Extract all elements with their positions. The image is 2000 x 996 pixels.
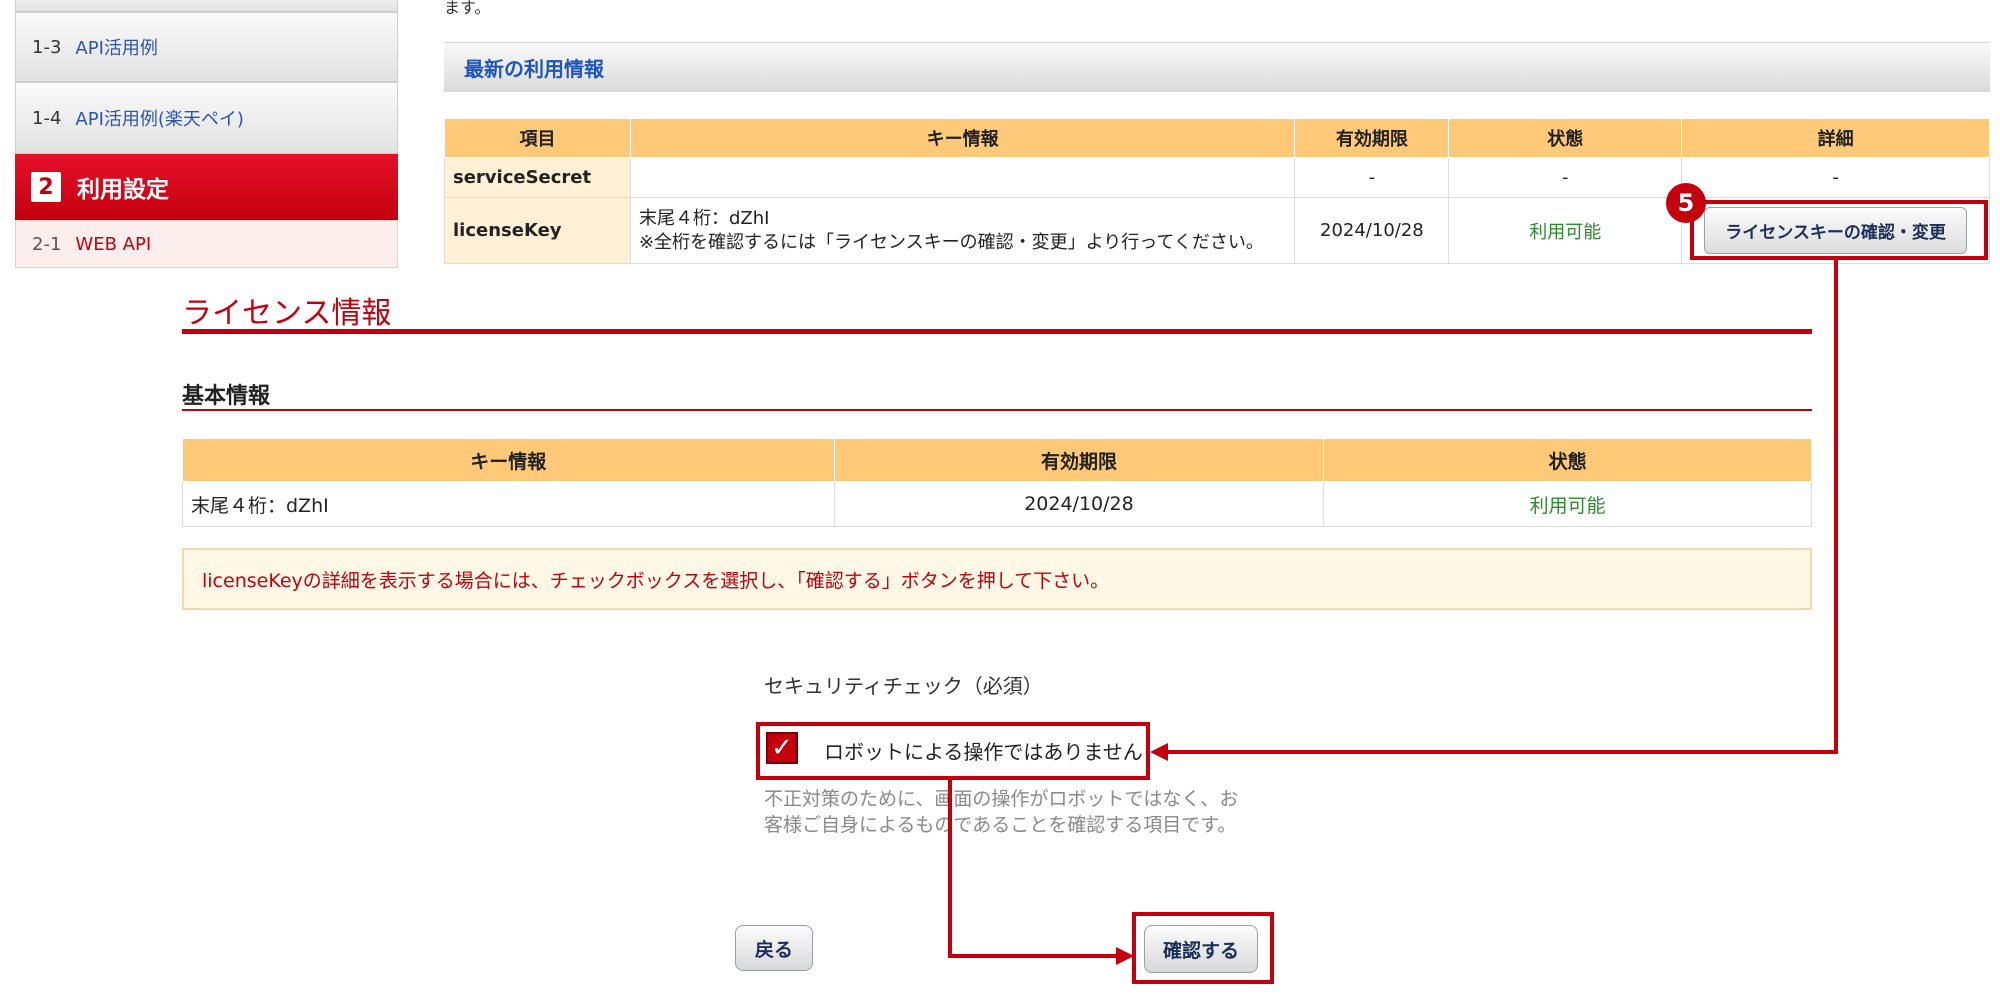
arrow-to-confirm (948, 780, 1118, 958)
arrow-to-checkbox (1166, 260, 1838, 754)
arrowhead-icon (1150, 743, 1168, 761)
arrowhead-icon (1116, 947, 1134, 965)
annotation-arrows (948, 260, 1838, 965)
